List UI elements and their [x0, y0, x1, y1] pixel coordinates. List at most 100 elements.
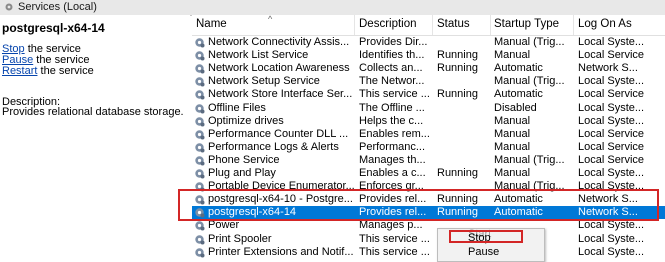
service-startup-type-cell: Automatic: [494, 88, 543, 101]
service-description-cell: The Offline ...: [359, 101, 425, 114]
service-name-cell: Network Connectivity Assis...: [208, 36, 350, 48]
table-row[interactable]: Power Manages p... Local Syste...: [192, 219, 665, 232]
service-name-cell: Offline Files: [208, 101, 266, 114]
service-startup-type-cell: Manual (Trig...: [494, 153, 565, 166]
service-startup-type-cell: Automatic: [494, 62, 543, 75]
table-row[interactable]: Network Location Awareness Collects an...…: [192, 62, 665, 75]
service-logon-cell: Local Service: [578, 49, 645, 62]
service-logon-cell: Local Syste...: [578, 167, 645, 179]
service-status-cell: Running: [437, 49, 478, 62]
service-status-cell: [437, 141, 492, 154]
service-name-cell: Performance Logs & Alerts: [208, 140, 339, 153]
service-status-cell: [437, 36, 492, 49]
service-logon-cell: Local Syste...: [578, 36, 645, 48]
column-divider[interactable]: [490, 15, 491, 35]
service-gear-icon: [195, 221, 205, 231]
restart-service-text: the service: [37, 65, 94, 77]
services-gear-icon: [5, 3, 13, 11]
column-header-description[interactable]: Description: [359, 18, 417, 30]
service-logon-cell: Local Syste...: [578, 219, 645, 232]
table-row[interactable]: Performance Counter DLL ... Enables rem..…: [192, 128, 665, 141]
service-startup-type-cell: Manual (Trig...: [494, 75, 565, 88]
table-row[interactable]: Network Store Interface Ser... This servi…: [192, 88, 665, 101]
service-logon-cell: Local Service: [578, 153, 645, 166]
service-gear-icon: [195, 90, 205, 100]
table-row[interactable]: Optimize drives Helps the c... Manual Local…: [192, 115, 665, 128]
service-name-cell: Power: [208, 219, 240, 232]
service-description-cell: The Networ...: [359, 75, 425, 88]
table-row[interactable]: Plug and Play Enables a c... Running Manual…: [192, 167, 665, 180]
service-gear-icon: [195, 103, 205, 113]
stop-highlight-box: [449, 230, 523, 243]
service-gear-icon: [195, 129, 205, 140]
service-description-cell: Helps the c...: [359, 114, 424, 127]
table-row[interactable]: Network Connectivity Assis... Provides Di…: [192, 36, 665, 49]
service-status-cell: [437, 115, 492, 128]
service-startup-type-cell: Disabled: [494, 101, 537, 114]
service-description-cell: Enables a c...: [359, 167, 426, 179]
service-description-cell: Manages p...: [359, 219, 423, 232]
context-menu-pause[interactable]: Pause: [468, 246, 499, 258]
service-logon-cell: Local Syste...: [578, 75, 645, 88]
service-logon-cell: Local Syste...: [578, 101, 645, 114]
service-description-cell: Identifies th...: [359, 49, 425, 62]
service-startup-type-cell: Manual (Trig...: [494, 36, 565, 48]
service-gear-icon: [195, 156, 205, 166]
description-text: Provides relational database storage.: [2, 106, 184, 118]
service-logon-cell: Local Syste...: [578, 245, 645, 258]
column-divider[interactable]: [573, 15, 574, 35]
column-divider[interactable]: [432, 15, 433, 35]
service-startup-type-cell: Manual: [494, 49, 531, 62]
service-name-cell: Plug and Play: [208, 167, 276, 179]
restart-service-action: Restart the service: [2, 65, 94, 77]
column-header-status[interactable]: Status: [437, 18, 470, 30]
table-row[interactable]: Offline Files The Offline ... Disabled Loca…: [192, 102, 665, 115]
table-row[interactable]: Performance Logs & Alerts Performanc... Ma…: [192, 141, 665, 154]
service-gear-icon: [195, 51, 205, 61]
service-name-cell: Network Store Interface Ser...: [208, 88, 353, 101]
service-description-cell: Collects an...: [359, 62, 423, 75]
restart-service-link[interactable]: Restart: [2, 65, 37, 77]
service-gear-icon: [195, 77, 205, 87]
service-logon-cell: Local Syste...: [578, 114, 645, 127]
service-status-cell: [437, 154, 492, 167]
service-startup-type-cell: Manual: [494, 114, 531, 127]
service-description-cell: This service ...: [359, 88, 430, 101]
service-name-cell: Network Location Awareness: [208, 62, 350, 75]
window-titlebar: Services (Local): [0, 0, 665, 16]
column-header-name[interactable]: Name: [196, 18, 227, 30]
service-gear-icon: [195, 169, 205, 179]
column-header-log-on-as[interactable]: Log On As: [578, 18, 632, 30]
service-details-panel: postgresql-x64-14 Stop the service Pause…: [0, 15, 190, 260]
service-gear-icon: [195, 247, 205, 258]
service-status-cell: Running: [437, 62, 478, 75]
service-gear-icon: [195, 38, 205, 48]
service-gear-icon: [195, 116, 205, 127]
service-status-cell: Running: [437, 88, 478, 101]
service-gear-icon: [195, 143, 205, 153]
service-name-cell: Network Setup Service: [208, 75, 320, 88]
table-row[interactable]: Phone Service Manages th... Manual (Trig..…: [192, 154, 665, 167]
table-row[interactable]: Network Setup Service The Networ... Manual…: [192, 75, 665, 88]
service-logon-cell: Local Service: [578, 88, 645, 101]
service-description-cell: Enables rem...: [359, 127, 430, 140]
column-header-startup-type[interactable]: Startup Type: [494, 18, 559, 30]
service-status-cell: [437, 128, 492, 141]
service-description-cell: This service ...: [359, 245, 430, 258]
service-logon-cell: Local Service: [578, 140, 645, 153]
table-row[interactable]: Network List Service Identifies th... Runn…: [192, 49, 665, 62]
service-startup-type-cell: Manual: [494, 167, 531, 179]
sort-ascending-icon: ^: [268, 14, 273, 24]
selected-service-title: postgresql-x64-14: [2, 21, 105, 35]
window-title: Services (Local): [18, 1, 97, 13]
service-name-cell: Phone Service: [208, 153, 280, 166]
service-logon-cell: Local Service: [578, 127, 645, 140]
column-divider[interactable]: [354, 15, 355, 35]
service-startup-type-cell: Manual: [494, 140, 531, 153]
service-gear-icon: [195, 234, 205, 244]
table-row[interactable]: Print Spooler This service ... Local Syste…: [192, 233, 665, 246]
service-name-cell: Optimize drives: [208, 114, 284, 127]
service-status-cell: Running: [437, 167, 478, 179]
service-description-cell: Provides Dir...: [359, 36, 428, 48]
table-row[interactable]: Printer Extensions and Notif... This serv…: [192, 246, 665, 259]
